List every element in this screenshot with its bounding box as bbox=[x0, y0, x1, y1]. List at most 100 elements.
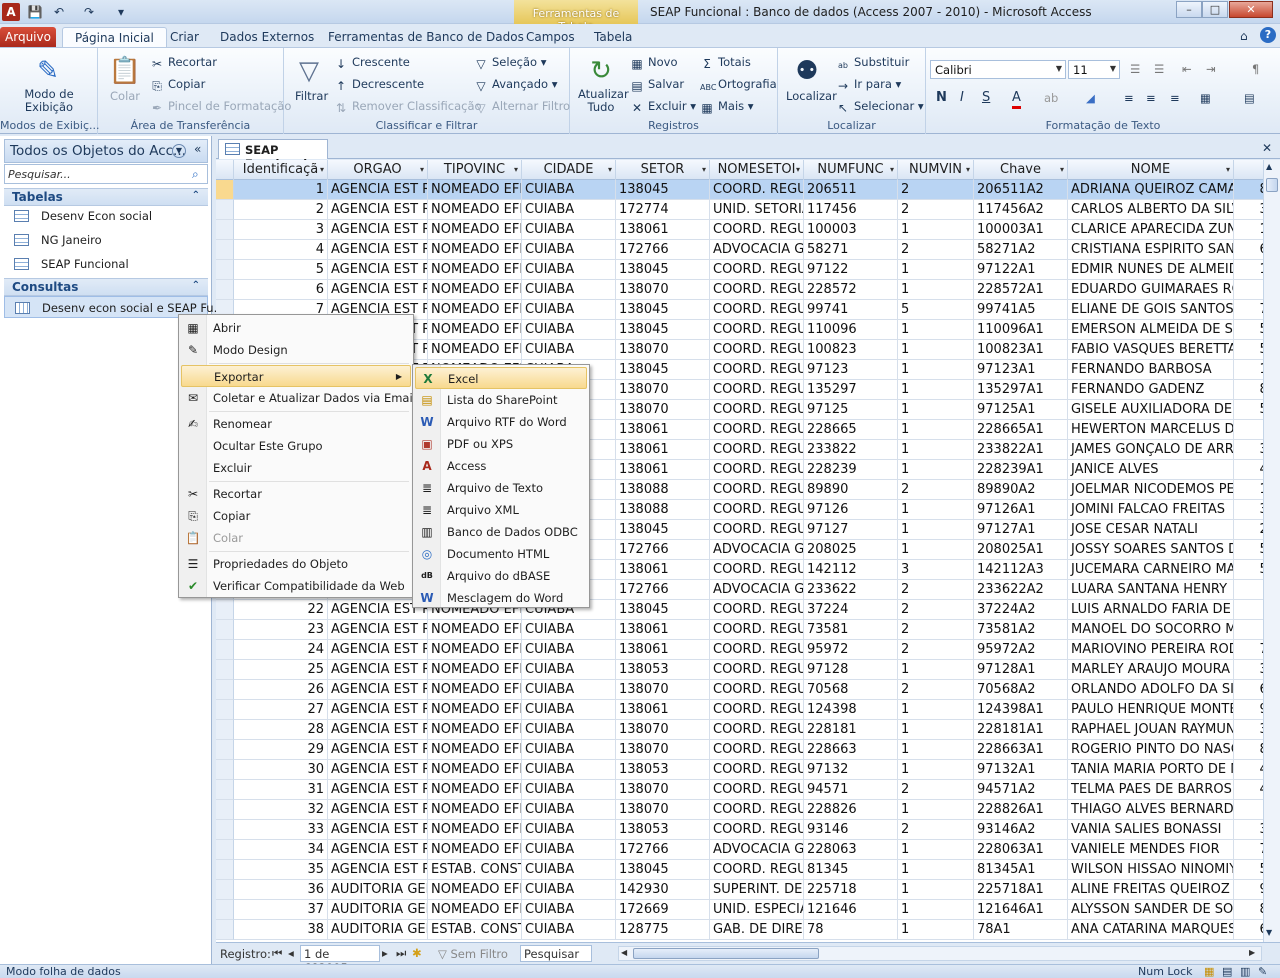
align-left-icon[interactable]: ≡ bbox=[1124, 90, 1134, 106]
row-selector[interactable] bbox=[216, 260, 234, 280]
table-cell[interactable]: COORD. REGUL bbox=[710, 860, 804, 880]
table-cell[interactable]: 93146 bbox=[804, 820, 898, 840]
table-cell[interactable]: CUIABA bbox=[522, 900, 616, 920]
table-cell[interactable]: COORD. REGUL bbox=[710, 380, 804, 400]
table-cell[interactable]: NOMEADO EFE bbox=[428, 680, 522, 700]
table-cell[interactable]: 1 bbox=[898, 280, 974, 300]
table-cell[interactable]: JUCEMARA CARNEIRO MAI bbox=[1068, 560, 1234, 580]
column-header[interactable]: NOMESETOI ▾ bbox=[710, 160, 804, 180]
row-selector[interactable] bbox=[216, 220, 234, 240]
table-cell[interactable]: 228063 bbox=[804, 840, 898, 860]
table-cell[interactable]: 33 bbox=[234, 820, 328, 840]
column-header[interactable]: NUMVIN ▾ bbox=[898, 160, 974, 180]
save-record-button[interactable]: ▤ Salvar bbox=[630, 76, 684, 93]
table-cell[interactable]: 1 bbox=[898, 880, 974, 900]
table-cell[interactable]: ADVOCACIA GI bbox=[710, 840, 804, 860]
table-cell[interactable]: 138088 bbox=[616, 480, 710, 500]
table-cell[interactable]: AGENCIA EST RE bbox=[328, 280, 428, 300]
italic-button[interactable]: I bbox=[960, 90, 964, 106]
toggle-filter-button[interactable]: ▽ Alternar Filtro bbox=[474, 98, 570, 115]
table-cell[interactable]: THIAGO ALVES BERNARDES bbox=[1068, 800, 1234, 820]
font-size-combo[interactable]: 11 ▼ bbox=[1068, 60, 1120, 79]
last-record-icon[interactable]: ⏭ bbox=[396, 946, 406, 961]
table-cell[interactable]: FERNANDO GADENZ bbox=[1068, 380, 1234, 400]
scroll-down-icon[interactable]: ▼ bbox=[1266, 928, 1272, 937]
totals-button[interactable]: Σ Totais bbox=[700, 54, 751, 71]
row-selector[interactable] bbox=[216, 840, 234, 860]
table-cell[interactable]: 228239A1 bbox=[974, 460, 1068, 480]
nav-group-queries[interactable]: Consultas ⌃ bbox=[4, 278, 208, 296]
table-cell[interactable]: 30 bbox=[234, 760, 328, 780]
table-cell[interactable]: COORD. REGUL bbox=[710, 360, 804, 380]
table-cell[interactable]: 23 bbox=[234, 620, 328, 640]
tab-fields[interactable]: Campos bbox=[514, 27, 587, 48]
table-cell[interactable]: 138070 bbox=[616, 740, 710, 760]
table-cell[interactable]: JAMES GONÇALO DE ARRU bbox=[1068, 440, 1234, 460]
menu-item-design-view[interactable]: ✎ Modo Design bbox=[181, 339, 411, 361]
table-cell[interactable]: CUIABA bbox=[522, 860, 616, 880]
column-dropdown-icon[interactable]: ▾ bbox=[966, 160, 970, 180]
table-cell[interactable]: 97126 bbox=[804, 500, 898, 520]
table-cell[interactable]: 36 bbox=[234, 880, 328, 900]
previous-record-icon[interactable]: ◂ bbox=[288, 946, 294, 960]
column-dropdown-icon[interactable]: ▾ bbox=[320, 160, 324, 180]
table-cell[interactable]: 2 bbox=[898, 580, 974, 600]
table-cell[interactable]: 233822A1 bbox=[974, 440, 1068, 460]
table-cell[interactable]: ALINE FREITAS QUEIROZ DA bbox=[1068, 880, 1234, 900]
table-cell[interactable]: 27 bbox=[234, 700, 328, 720]
table-cell[interactable]: COORD. REGUL bbox=[710, 280, 804, 300]
table-cell[interactable]: 2 bbox=[898, 200, 974, 220]
selection-button[interactable]: ▽ Seleção ▾ bbox=[474, 54, 546, 71]
scroll-right-icon[interactable]: ▶ bbox=[1249, 948, 1255, 957]
replace-button[interactable]: ab Substituir bbox=[836, 54, 909, 73]
row-selector[interactable] bbox=[216, 200, 234, 220]
tab-home[interactable]: Página Inicial bbox=[62, 27, 167, 48]
table-cell[interactable]: 2 bbox=[898, 180, 974, 200]
table-cell[interactable]: 228239 bbox=[804, 460, 898, 480]
table-cell[interactable]: AGENCIA EST RE bbox=[328, 680, 428, 700]
table-cell[interactable]: CUIABA bbox=[522, 240, 616, 260]
table-cell[interactable]: 100003 bbox=[804, 220, 898, 240]
table-cell[interactable]: CUIABA bbox=[522, 220, 616, 240]
table-cell[interactable]: 22 bbox=[234, 600, 328, 620]
table-cell[interactable]: LUARA SANTANA HENRY bbox=[1068, 580, 1234, 600]
tab-database-tools[interactable]: Ferramentas de Banco de Dados bbox=[316, 27, 536, 48]
alternate-row-color-icon[interactable]: ▤ bbox=[1244, 90, 1255, 106]
table-cell[interactable]: MARIOVINO PEREIRA ROD bbox=[1068, 640, 1234, 660]
table-cell[interactable]: CUIABA bbox=[522, 660, 616, 680]
menu-item-paste[interactable]: 📋 Colar bbox=[181, 527, 411, 549]
table-row[interactable]: 25AGENCIA EST RENOMEADO EFECUIABA138053C… bbox=[216, 660, 1280, 680]
refresh-all-button[interactable]: Atualizar Tudo bbox=[578, 88, 629, 114]
table-row[interactable]: 23AGENCIA EST RENOMEADO EFECUIABA138061C… bbox=[216, 620, 1280, 640]
table-cell[interactable]: 34 bbox=[234, 840, 328, 860]
table-cell[interactable]: 1 bbox=[898, 360, 974, 380]
table-cell[interactable]: 138053 bbox=[616, 760, 710, 780]
table-cell[interactable]: 138061 bbox=[616, 440, 710, 460]
table-cell[interactable]: 99741A5 bbox=[974, 300, 1068, 320]
table-cell[interactable]: VANIELE MENDES FIOR bbox=[1068, 840, 1234, 860]
table-cell[interactable]: CUIABA bbox=[522, 260, 616, 280]
menu-item-export[interactable]: Exportar ▶ bbox=[181, 365, 411, 387]
table-cell[interactable]: NOMEADO EFE bbox=[428, 620, 522, 640]
table-cell[interactable]: LUIS ARNALDO FARIA DE M bbox=[1068, 600, 1234, 620]
table-cell[interactable]: CLARICE APARECIDA ZUNT bbox=[1068, 220, 1234, 240]
table-cell[interactable]: NOMEADO EFE bbox=[428, 800, 522, 820]
row-selector[interactable] bbox=[216, 700, 234, 720]
table-cell[interactable]: 4 bbox=[234, 240, 328, 260]
table-cell[interactable]: NOMEADO EFE bbox=[428, 260, 522, 280]
menu-item-collect-data-email[interactable]: ✉ Coletar e Atualizar Dados via Email bbox=[181, 387, 416, 409]
format-painter-button[interactable]: ✒ Pincel de Formatação bbox=[150, 98, 291, 115]
table-cell[interactable]: AGENCIA EST RE bbox=[328, 260, 428, 280]
table-cell[interactable]: 228181A1 bbox=[974, 720, 1068, 740]
table-cell[interactable]: NOMEADO EFE bbox=[428, 740, 522, 760]
row-selector[interactable] bbox=[216, 800, 234, 820]
row-selector[interactable] bbox=[216, 900, 234, 920]
export-odbc-database[interactable]: ▥ Banco de Dados ODBC bbox=[415, 521, 587, 543]
table-cell[interactable]: 94571A2 bbox=[974, 780, 1068, 800]
table-cell[interactable]: 228572 bbox=[804, 280, 898, 300]
table-cell[interactable]: 37224A2 bbox=[974, 600, 1068, 620]
row-selector[interactable] bbox=[216, 660, 234, 680]
table-cell[interactable]: ESTAB. CONSTI bbox=[428, 860, 522, 880]
customize-qat-icon[interactable]: ▾ bbox=[112, 3, 130, 21]
select-button[interactable]: ↖ Selecionar ▾ bbox=[836, 98, 924, 115]
